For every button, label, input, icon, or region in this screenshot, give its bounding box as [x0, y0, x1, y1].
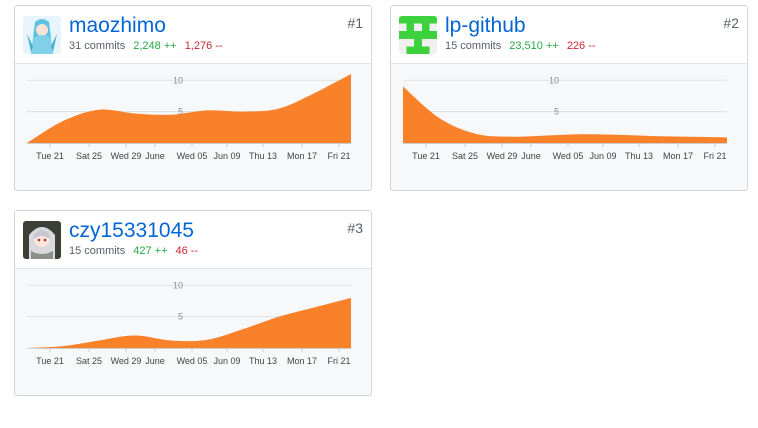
username-link[interactable]: czy15331045 — [69, 218, 194, 244]
x-tick-label: Mon 17 — [287, 151, 317, 161]
contribution-chart: 510Tue 21 Sat 25 Wed 29 June Wed 05 Jun 09 Thu… — [27, 74, 351, 161]
card-header: lp-github 15 commits 23,510 ++ 226 -- #2 — [391, 6, 747, 64]
contributor-card: czy15331045 15 commits 427 ++ 46 -- #3 5 10… — [14, 210, 372, 396]
x-tick-label: June — [145, 151, 165, 161]
x-tick-label: Sat 25 — [452, 151, 478, 161]
x-tick-label: Fri 21 — [327, 151, 350, 161]
x-tick-label: Mon 17 — [287, 356, 317, 366]
x-tick-label: Wed 29 — [487, 151, 518, 161]
x-tick-label: Thu 13 — [625, 151, 653, 161]
x-tick-label: Wed 05 — [553, 151, 584, 161]
x-tick-label: Wed 05 — [177, 356, 208, 366]
card-header: maozhimo 31 commits 2,248 ++ 1,276 -- #1 — [15, 6, 371, 64]
contributor-card: maozhimo 31 commits 2,248 ++ 1,276 -- #1 5… — [14, 5, 372, 191]
card-header: czy15331045 15 commits 427 ++ 46 -- #3 — [15, 211, 371, 269]
avatar[interactable] — [23, 221, 61, 259]
username-link[interactable]: maozhimo — [69, 13, 166, 39]
series-area — [403, 86, 727, 143]
x-tick-label: Thu 13 — [249, 151, 277, 161]
y-tick-label: 10 — [173, 75, 183, 85]
additions-count: 23,510 ++ — [509, 40, 559, 52]
rank-badge: #2 — [723, 15, 739, 31]
contribution-stats: 15 commits 23,510 ++ 226 -- — [445, 39, 596, 53]
additions-count: 427 ++ — [133, 245, 168, 257]
username-link[interactable]: lp-github — [445, 13, 526, 39]
commits-link[interactable]: 15 commits — [445, 40, 501, 52]
rank-badge: #3 — [347, 220, 363, 236]
commits-link[interactable]: 15 commits — [69, 245, 125, 257]
x-tick-label: Sat 25 — [76, 151, 102, 161]
x-tick-label: Tue 21 — [36, 356, 64, 366]
deletions-count: 46 -- — [175, 245, 199, 257]
x-tick-label: Jun 09 — [589, 151, 616, 161]
y-tick-label: 5 — [554, 107, 559, 117]
x-tick-label: Jun 09 — [213, 356, 240, 366]
contribution-chart: 5 10 Tue 21 Sat 25 Wed 29 June Wed 05 Jun 09 Thu… — [403, 75, 727, 161]
contribution-stats: 31 commits 2,248 ++ 1,276 -- — [69, 39, 223, 53]
x-tick-label: Tue 21 — [36, 151, 64, 161]
x-tick-label: Thu 13 — [249, 356, 277, 366]
deletions-count: 226 -- — [566, 40, 596, 52]
x-tick-label: Sat 25 — [76, 356, 102, 366]
rank-badge: #1 — [347, 15, 363, 31]
y-tick-label: 10 — [549, 75, 559, 85]
x-tick-label: Wed 29 — [111, 356, 142, 366]
x-tick-label: June — [521, 151, 541, 161]
x-tick-label: Fri 21 — [327, 356, 350, 366]
additions-count: 2,248 ++ — [133, 40, 177, 52]
x-tick-label: June — [145, 356, 165, 366]
contribution-stats: 15 commits 427 ++ 46 -- — [69, 244, 198, 258]
commits-link[interactable]: 31 commits — [69, 40, 125, 52]
x-tick-label: Fri 21 — [703, 151, 726, 161]
x-tick-label: Tue 21 — [412, 151, 440, 161]
avatar[interactable] — [399, 16, 437, 54]
avatar[interactable] — [23, 16, 61, 54]
series-area — [27, 297, 351, 348]
y-tick-label: 10 — [173, 280, 183, 290]
deletions-count: 1,276 -- — [184, 40, 223, 52]
x-tick-label: Wed 29 — [111, 151, 142, 161]
contribution-chart: 5 10 Tue 21 Sat 25 Wed 29 June Wed 05 Jun 09 Thu… — [27, 280, 351, 366]
series-area — [27, 74, 351, 143]
x-tick-label: Mon 17 — [663, 151, 693, 161]
contributor-card: lp-github 15 commits 23,510 ++ 226 -- #2 5… — [390, 5, 748, 191]
x-tick-label: Jun 09 — [213, 151, 240, 161]
x-tick-label: Wed 05 — [177, 151, 208, 161]
y-tick-label: 5 — [178, 312, 183, 322]
